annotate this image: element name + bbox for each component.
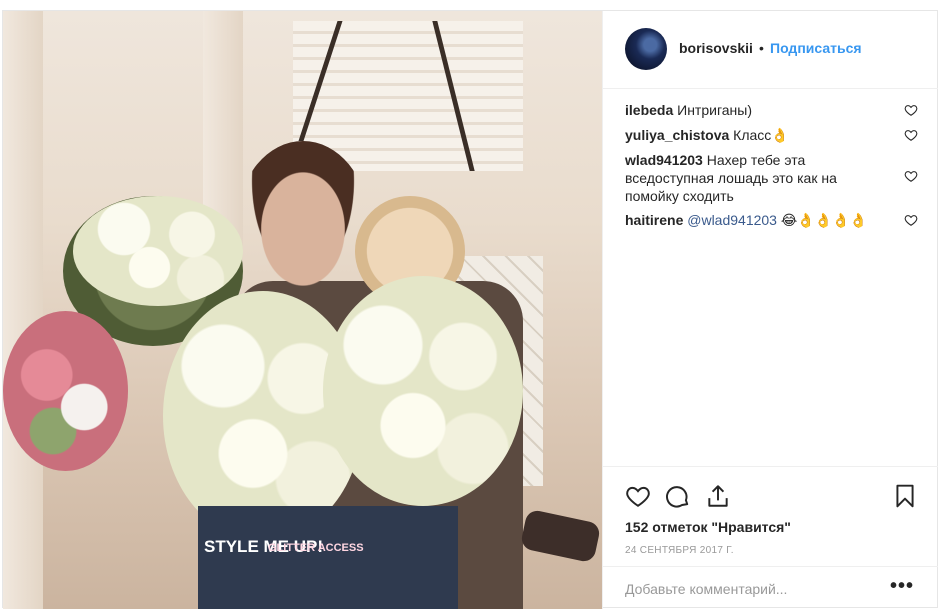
photo-man (238, 141, 368, 301)
more-options-button[interactable]: ••• (890, 575, 914, 598)
comment-item: wlad941203 Нахер тебе эта вседоступная л… (625, 151, 865, 205)
bookmark-icon[interactable] (892, 483, 918, 509)
comment-text: Интриганы) (677, 102, 752, 118)
heart-icon[interactable] (904, 169, 918, 183)
username[interactable]: borisovskii (679, 40, 753, 56)
photo-bouquet-pink (3, 311, 128, 471)
avatar[interactable] (625, 28, 667, 70)
photo-bouquet-back (73, 196, 243, 306)
heart-icon[interactable] (904, 103, 918, 117)
add-comment-input[interactable]: Добавьте комментарий... (625, 581, 787, 597)
comment-item: yuliya_chistova Класс👌 (625, 126, 915, 144)
photo-magazine: STYLE ME UP! GLITTER ACCESS (198, 506, 458, 609)
comment-username[interactable]: ilebeda (625, 102, 673, 118)
comment-username[interactable]: haitirene (625, 212, 683, 228)
post-side-panel: borisovskii • Подписаться ilebeda Интриг… (602, 11, 938, 609)
photo-bouquet-white-right (323, 276, 523, 506)
instagram-post: STYLE ME UP! GLITTER ACCESS borisovskii … (2, 10, 938, 609)
post-header: borisovskii • Подписаться (603, 11, 938, 89)
heart-icon[interactable] (904, 128, 918, 142)
magazine-subtitle: GLITTER ACCESS (268, 542, 364, 554)
like-icon[interactable] (625, 483, 651, 509)
comment-item: ilebeda Интриганы) (625, 101, 915, 119)
comment-item: haitirene @wlad941203 😂👌👌👌👌 (625, 211, 915, 229)
post-photo[interactable]: STYLE ME UP! GLITTER ACCESS (3, 11, 602, 609)
follow-button[interactable]: Подписаться (770, 40, 862, 56)
heart-icon[interactable] (904, 213, 918, 227)
post-date[interactable]: 24 СЕНТЯБРЯ 2017 Г. (625, 545, 734, 556)
comment-mention[interactable]: @wlad941203 (687, 212, 777, 228)
comment-username[interactable]: yuliya_chistova (625, 127, 729, 143)
comment-text: Класс👌 (733, 127, 789, 143)
comment-username[interactable]: wlad941203 (625, 152, 703, 168)
post-actions: 152 отметок "Нравится" 24 СЕНТЯБРЯ 2017 … (603, 466, 938, 609)
photo-pillar-left (3, 11, 43, 609)
comment-icon[interactable] (665, 483, 691, 509)
separator-dot: • (759, 40, 764, 56)
share-icon[interactable] (705, 483, 731, 509)
comment-text: 😂👌👌👌👌 (776, 212, 867, 228)
likes-count[interactable]: 152 отметок "Нравится" (625, 519, 791, 535)
add-comment-bar: Добавьте комментарий... ••• (603, 566, 938, 610)
photo-shoes (519, 508, 602, 564)
